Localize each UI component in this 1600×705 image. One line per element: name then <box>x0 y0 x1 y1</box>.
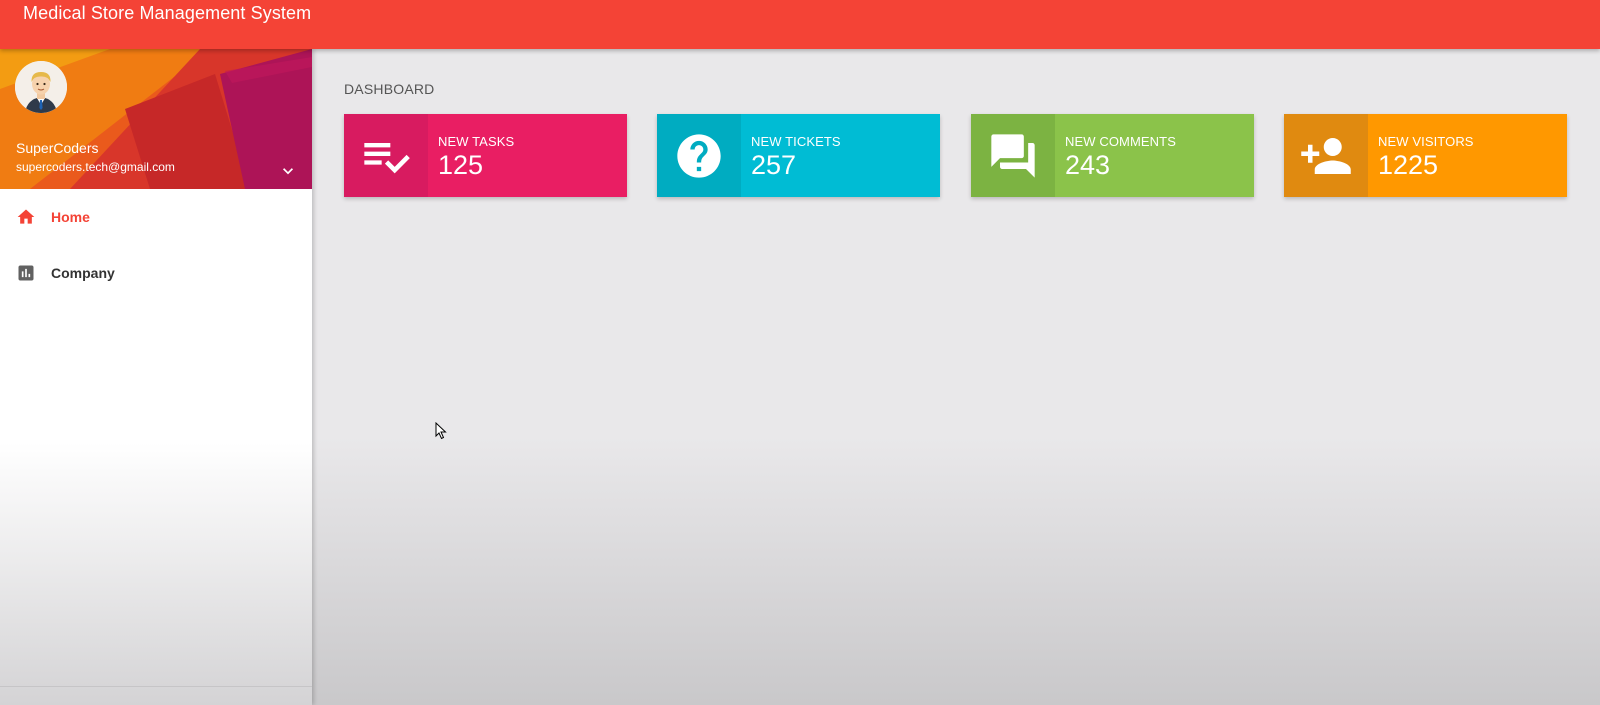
card-label: NEW COMMENTS <box>1065 134 1176 149</box>
sidebar-item-home[interactable]: Home <box>0 189 312 245</box>
card-value: 125 <box>438 150 484 180</box>
sidebar-item-label: Company <box>51 265 115 281</box>
app-header: Medical Store Management System <box>0 0 1600 49</box>
main-content: DASHBOARD NEW TASKS 125 NEW TICKETS 257 <box>312 49 1600 705</box>
help-icon <box>677 133 721 178</box>
sidebar-item-label: Home <box>51 209 90 225</box>
page-title: DASHBOARD <box>344 81 435 97</box>
card-info: NEW VISITORS 1225 <box>1368 114 1567 197</box>
card-icon-box <box>344 114 428 197</box>
card-icon-box <box>657 114 741 197</box>
card-label: NEW TICKETS <box>751 134 841 149</box>
card-label: NEW TASKS <box>438 134 515 149</box>
card-value: 243 <box>1065 150 1111 180</box>
user-menu-toggle[interactable] <box>278 161 298 181</box>
bar-chart-icon <box>18 265 34 281</box>
card-label: NEW VISITORS <box>1378 134 1474 149</box>
user-info-panel: SuperCoders supercoders.tech@gmail.com <box>0 49 312 189</box>
card-icon-box <box>971 114 1055 197</box>
card-value: 257 <box>751 150 797 180</box>
avatar-icon <box>15 61 67 113</box>
user-email: supercoders.tech@gmail.com <box>16 160 175 174</box>
sidebar-divider <box>0 686 312 687</box>
user-name: SuperCoders <box>16 140 99 156</box>
playlist-check-icon <box>364 142 410 173</box>
card-icon-box <box>1284 114 1368 197</box>
info-card-new-tasks[interactable]: NEW TASKS 125 <box>344 114 627 197</box>
user-avatar[interactable] <box>15 61 67 113</box>
forum-icon <box>991 133 1035 178</box>
card-value: 1225 <box>1378 150 1439 180</box>
app-title: Medical Store Management System <box>23 3 312 23</box>
sidebar-item-company[interactable]: Company <box>0 245 312 301</box>
card-info: NEW COMMENTS 243 <box>1055 114 1254 197</box>
info-card-new-tickets[interactable]: NEW TICKETS 257 <box>657 114 940 197</box>
card-info: NEW TICKETS 257 <box>741 114 940 197</box>
card-info: NEW TASKS 125 <box>428 114 627 197</box>
home-icon <box>17 209 35 224</box>
chevron-down-icon <box>283 168 293 175</box>
info-card-new-comments[interactable]: NEW COMMENTS 243 <box>971 114 1254 197</box>
mouse-cursor-icon <box>435 422 447 440</box>
info-card-new-visitors[interactable]: NEW VISITORS 1225 <box>1284 114 1567 197</box>
person-add-icon <box>1301 137 1351 174</box>
sidebar-menu: Home Company <box>0 189 312 301</box>
sidebar: SuperCoders supercoders.tech@gmail.com H… <box>0 49 312 705</box>
